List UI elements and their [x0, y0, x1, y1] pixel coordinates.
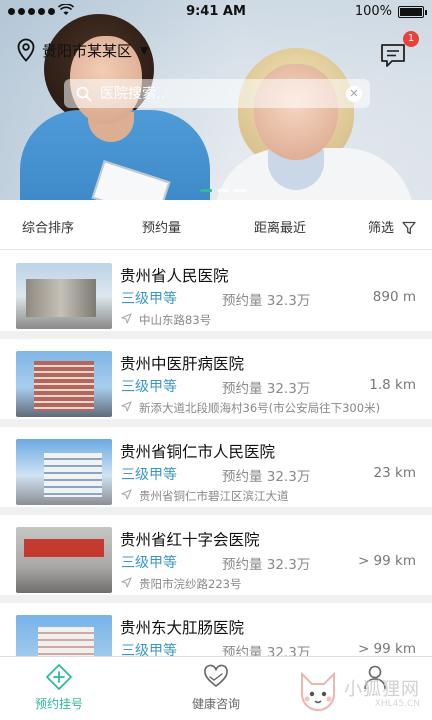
- hospital-distance: 890 m: [372, 289, 416, 305]
- appointment-count: 预约量 32.3万: [222, 557, 311, 573]
- hospital-name: 贵州省铜仁市人民医院: [120, 443, 276, 461]
- hospital-level: 三级甲等: [121, 467, 177, 483]
- message-button[interactable]: [378, 40, 408, 70]
- address-text: 新添大道北段顺海村36号(市公安局往下300米): [139, 401, 381, 415]
- search-bar[interactable]: ✕: [64, 79, 370, 108]
- tab-appointment-registration[interactable]: 预约挂号: [14, 663, 104, 712]
- appointment-count: 预约量 32.3万: [222, 381, 311, 397]
- tab-label: 健康咨询: [191, 697, 240, 711]
- address-text: 贵州省铜仁市碧江区滨江大道: [139, 489, 289, 503]
- filter-label: 筛选: [368, 221, 395, 236]
- hospital-photo: [16, 439, 112, 505]
- fox-logo-icon: [301, 671, 335, 712]
- caret-down-icon: ▼: [140, 43, 149, 57]
- hospital-distance: > 99 km: [357, 641, 416, 657]
- hospital-level: 三级甲等: [121, 379, 177, 395]
- hospital-address: 新添大道北段顺海村36号(市公安局往下300米): [121, 400, 380, 416]
- tab-appointment-volume[interactable]: 预约量: [142, 217, 181, 236]
- tab-nearest-distance[interactable]: 距离最近: [254, 217, 306, 236]
- sort-filter-bar: 综合排序 预约量 距离最近 筛选: [0, 200, 432, 250]
- hospital-level: 三级甲等: [121, 555, 177, 571]
- status-bar: 9:41 AM 100%: [0, 0, 432, 24]
- tab-health-consultation[interactable]: 健康咨询: [171, 663, 261, 712]
- battery-icon: [398, 6, 427, 18]
- navigation-arrow-icon: [121, 313, 133, 327]
- tab-label: 预约挂号: [34, 697, 83, 711]
- location-label: 贵阳市某某区: [42, 41, 133, 60]
- site-watermark: 小狐狸网 XHL45.CN: [296, 670, 420, 714]
- hospital-photo: [16, 351, 112, 417]
- page-dot: [217, 189, 229, 192]
- hospital-card[interactable]: 贵州省人民医院 三级甲等 预约量 32.3万 890 m 中山东路83号: [0, 251, 432, 339]
- message-count-badge: 1: [403, 31, 419, 47]
- hospital-card[interactable]: 贵州中医肝病医院 三级甲等 预约量 32.3万 1.8 km 新添大道北段顺海村…: [0, 339, 432, 427]
- hospital-level: 三级甲等: [121, 291, 177, 307]
- filter-button[interactable]: 筛选: [368, 217, 416, 236]
- hospital-distance: 1.8 km: [369, 377, 416, 393]
- address-text: 中山东路83号: [139, 313, 212, 327]
- hospital-address: 贵州省铜仁市碧江区滨江大道: [121, 488, 289, 504]
- watermark-text: 小狐狸网: [344, 679, 420, 700]
- navigation-arrow-icon: [121, 489, 133, 503]
- hospital-name: 贵州中医肝病医院: [120, 355, 245, 373]
- hospital-name: 贵州东大肛肠医院: [120, 619, 245, 637]
- tab-comprehensive-sort[interactable]: 综合排序: [22, 217, 74, 236]
- heart-hands-icon: [204, 664, 228, 687]
- appointment-count: 预约量 32.3万: [222, 469, 311, 485]
- navigation-arrow-icon: [121, 577, 133, 591]
- location-pin-icon: [17, 38, 35, 62]
- hospital-photo: [16, 263, 112, 329]
- banner-page-indicator: [200, 189, 246, 192]
- hospital-address: 贵阳市浣纱路223号: [121, 576, 241, 592]
- hospital-photo: [16, 527, 112, 593]
- plus-diamond-icon: [46, 664, 72, 690]
- hospital-list: 贵州省人民医院 三级甲等 预约量 32.3万 890 m 中山东路83号 贵州中…: [0, 251, 432, 691]
- hospital-name: 贵州省红十字会医院: [120, 531, 260, 549]
- search-input[interactable]: [100, 85, 346, 102]
- hospital-name: 贵州省人民医院: [120, 267, 229, 285]
- search-icon: [76, 86, 92, 101]
- navigation-arrow-icon: [121, 401, 133, 415]
- hospital-card[interactable]: 贵州省红十字会医院 三级甲等 预约量 32.3万 > 99 km 贵阳市浣纱路2…: [0, 515, 432, 603]
- battery-percentage: 100%: [354, 4, 392, 19]
- page-dot: [234, 189, 246, 192]
- hospital-distance: 23 km: [373, 465, 416, 481]
- hospital-distance: > 99 km: [357, 553, 416, 569]
- chat-bubble-icon: [381, 44, 405, 67]
- hospital-card[interactable]: 贵州省铜仁市人民医院 三级甲等 预约量 32.3万 23 km 贵州省铜仁市碧江…: [0, 427, 432, 515]
- hospital-address: 中山东路83号: [121, 312, 211, 328]
- appointment-count: 预约量 32.3万: [222, 293, 311, 309]
- page-dot-active: [200, 189, 212, 192]
- location-selector[interactable]: 贵阳市某某区 ▼: [16, 38, 148, 62]
- funnel-icon: [402, 221, 416, 235]
- clear-search-icon[interactable]: ✕: [346, 85, 362, 102]
- address-text: 贵阳市浣纱路223号: [139, 577, 242, 591]
